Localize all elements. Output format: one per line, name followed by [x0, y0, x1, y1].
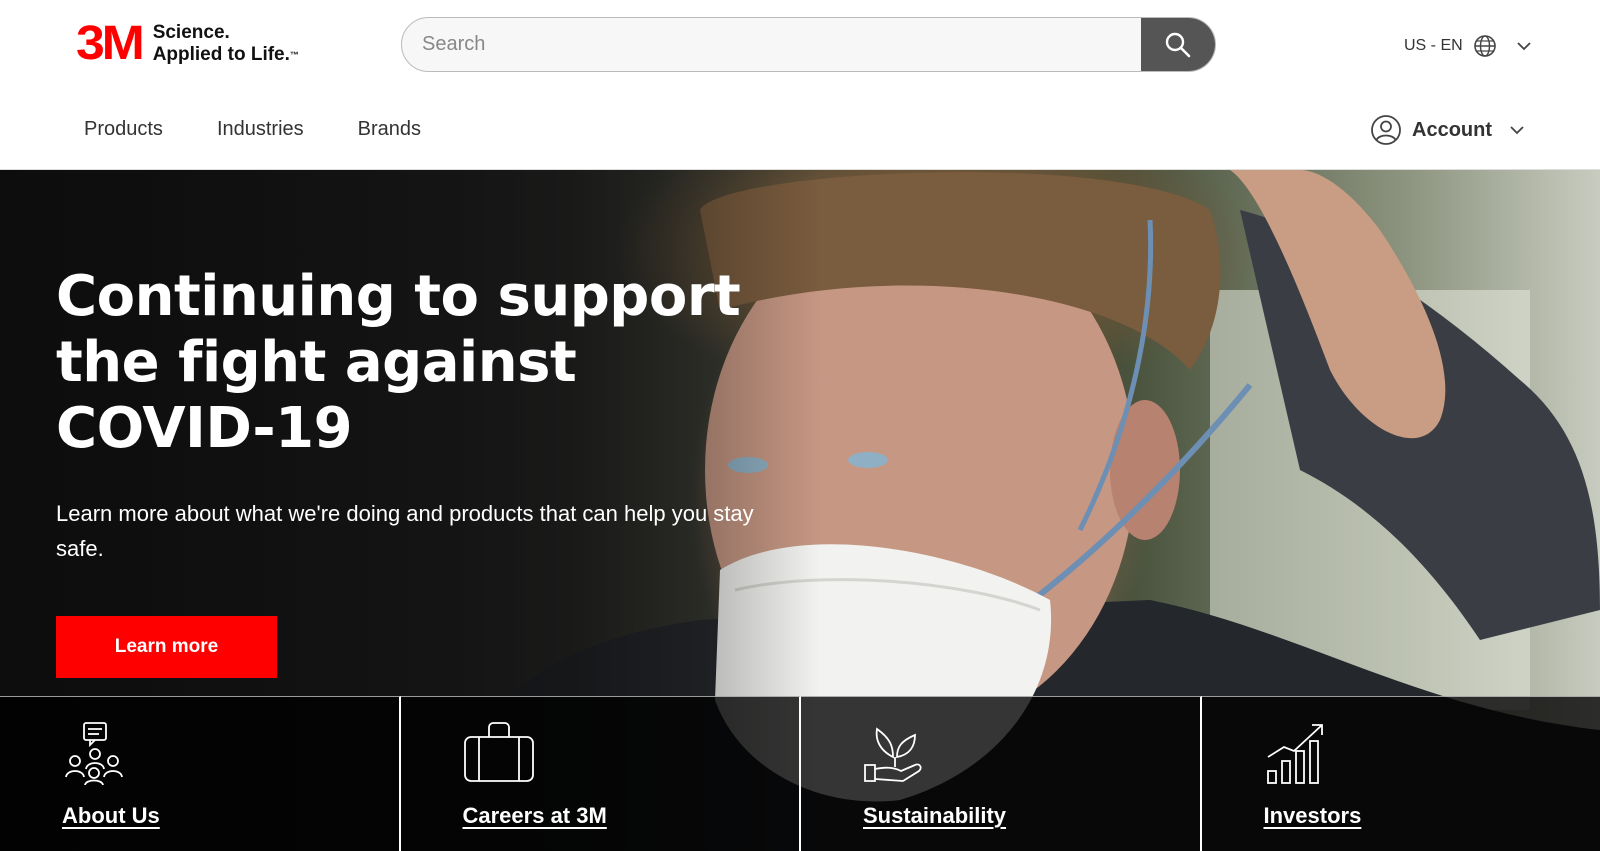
nav-item-products[interactable]: Products — [84, 118, 163, 141]
hero-title: Continuing to support the fight against … — [56, 264, 741, 461]
site-header: 3M Science. Applied to Life.™ US - EN Pr — [0, 0, 1600, 170]
tile-about-us[interactable]: About Us — [0, 696, 401, 851]
hand-plant-icon — [864, 727, 922, 782]
tile-label: Investors — [1263, 803, 1362, 828]
nav-item-industries[interactable]: Industries — [217, 118, 304, 141]
learn-more-button[interactable]: Learn more — [56, 616, 277, 678]
growth-chart-icon — [1266, 724, 1323, 784]
magnifier-icon — [1165, 32, 1191, 57]
briefcase-icon — [463, 722, 534, 782]
search-button[interactable] — [1141, 18, 1215, 71]
user-circle-icon — [1371, 115, 1401, 145]
search-bar — [401, 17, 1216, 72]
hero-subtitle: Learn more about what we're doing and pr… — [56, 501, 754, 561]
quick-links: About Us Careers at 3M Sustainability In… — [0, 696, 1600, 851]
locale-selector[interactable]: US - EN — [1404, 34, 1533, 58]
people-chat-icon — [65, 722, 123, 785]
tile-sustainability[interactable]: Sustainability — [801, 696, 1202, 851]
brand-logo[interactable]: 3M Science. Applied to Life.™ — [76, 17, 299, 70]
nav-item-brands[interactable]: Brands — [358, 118, 421, 141]
account-label: Account — [1412, 118, 1492, 141]
tile-label: Sustainability — [863, 803, 1007, 828]
trademark-symbol: ™ — [289, 50, 299, 60]
account-menu[interactable]: Account — [1370, 114, 1526, 146]
globe-icon — [1473, 35, 1496, 57]
tile-careers[interactable]: Careers at 3M — [400, 696, 801, 851]
tagline-line-1: Science. — [152, 22, 230, 43]
tagline-line-2: Applied to Life. — [152, 44, 290, 65]
logo-tagline: Science. Applied to Life.™ — [153, 22, 299, 66]
locale-label: US - EN — [1404, 37, 1463, 54]
search-input[interactable] — [402, 18, 1141, 71]
chevron-down-icon — [1517, 42, 1531, 51]
primary-nav: Products Industries Brands — [84, 118, 421, 141]
chevron-down-icon — [1510, 126, 1524, 135]
logo-3m: 3M — [76, 17, 145, 70]
tile-label: Careers at 3M — [462, 803, 607, 828]
tile-label: About Us — [62, 803, 160, 828]
tile-investors[interactable]: Investors — [1201, 696, 1600, 851]
